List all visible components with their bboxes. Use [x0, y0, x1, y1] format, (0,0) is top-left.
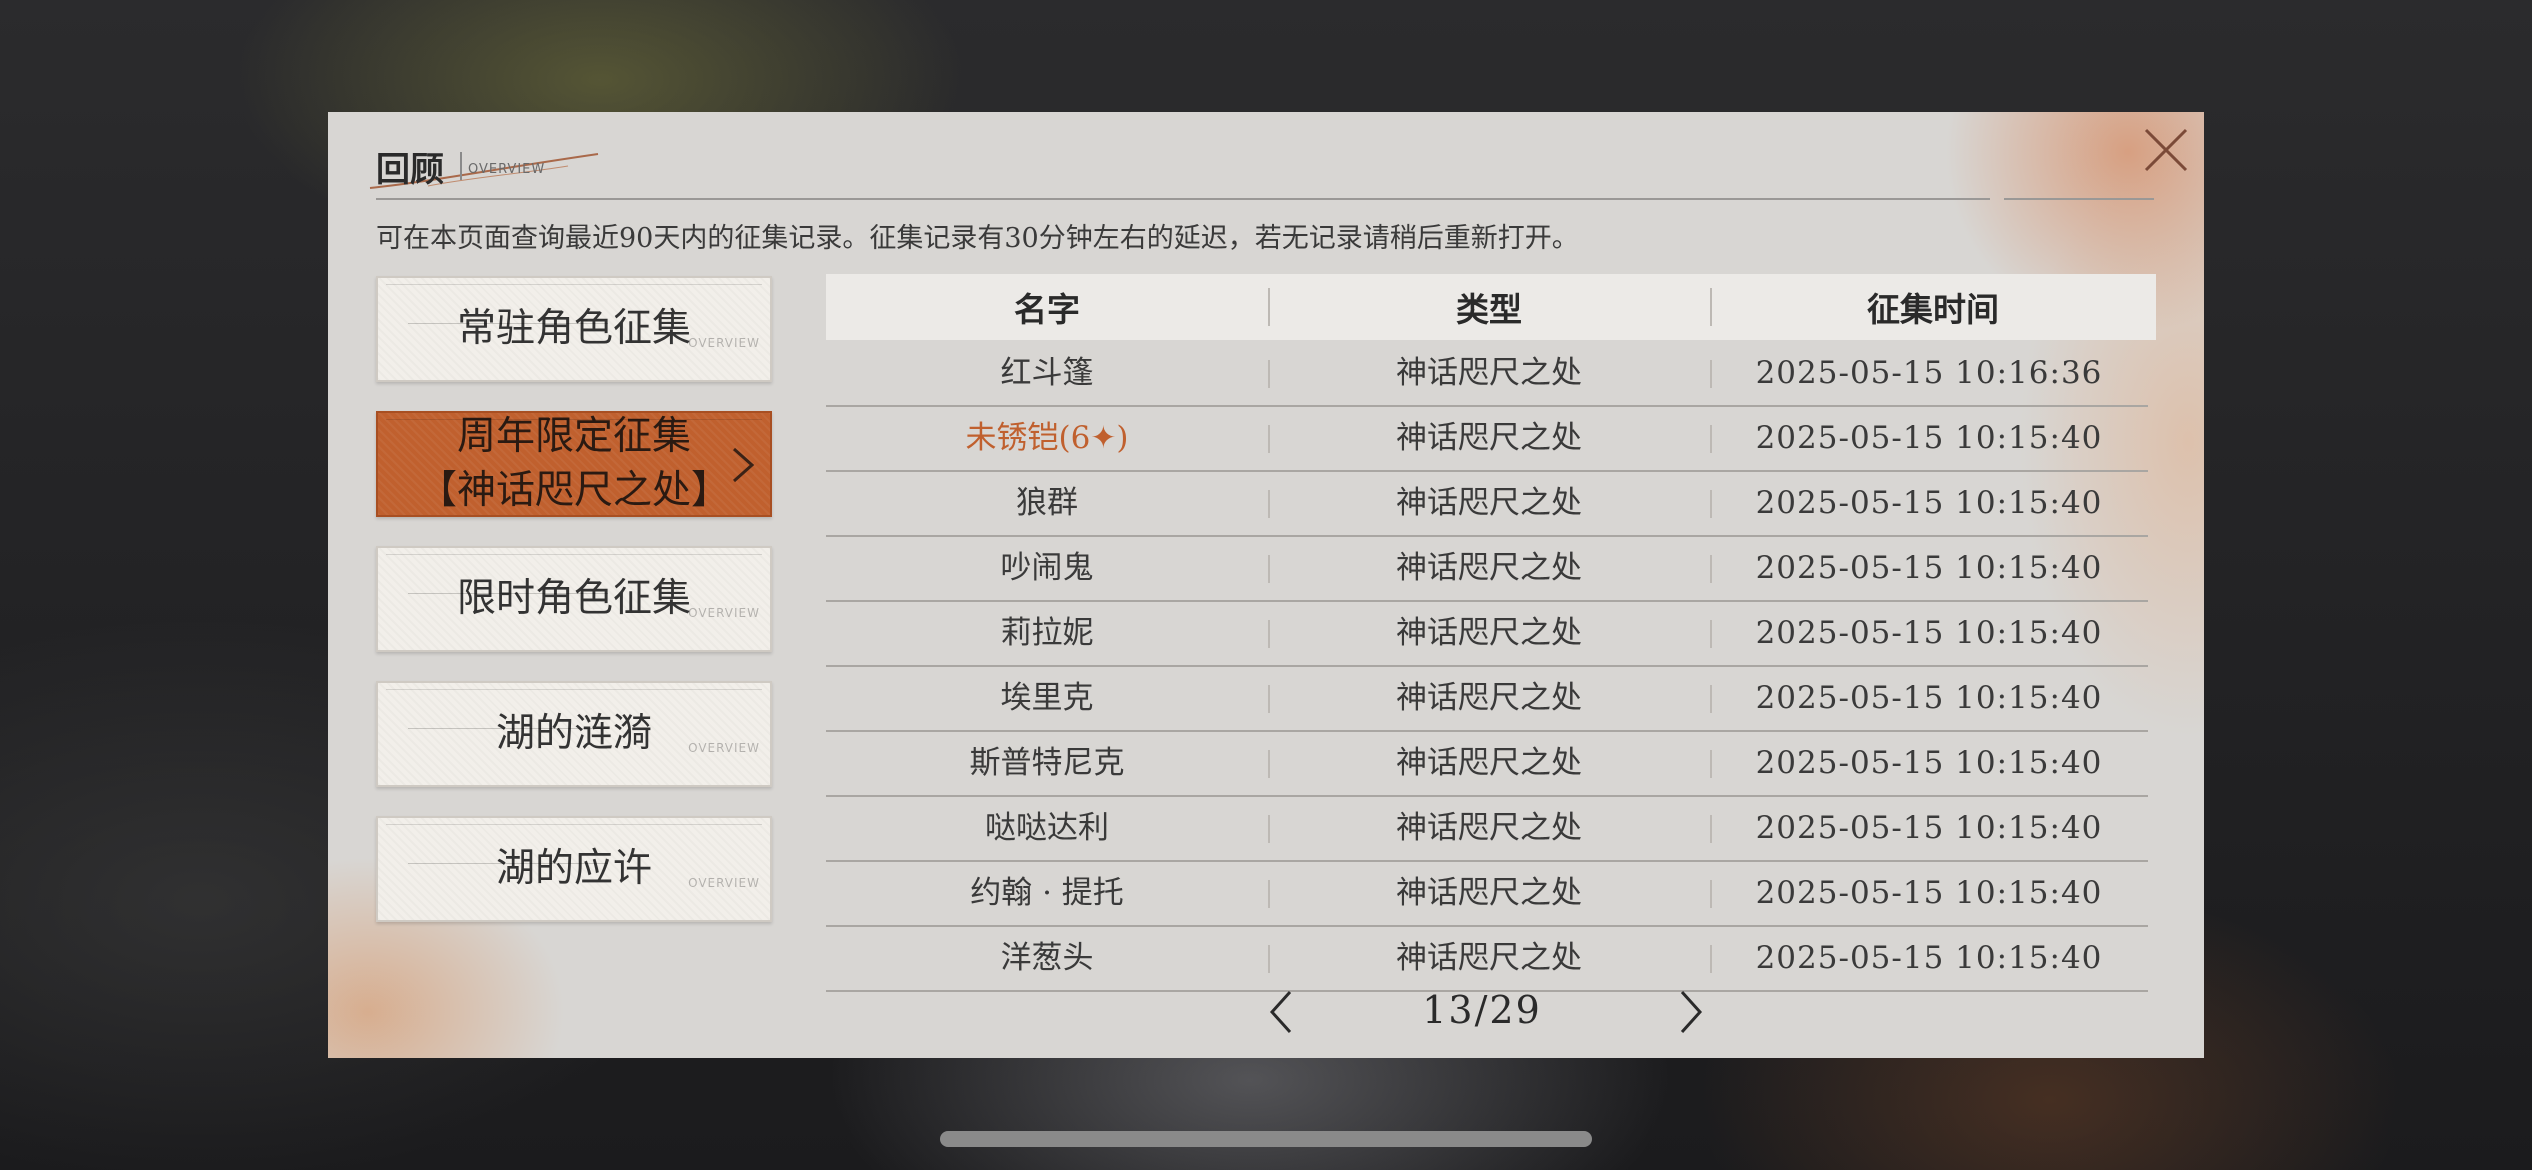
button-deco-text: OVERVIEW: [408, 586, 760, 640]
dialog-subtitle: OVERVIEW: [468, 162, 546, 177]
close-button[interactable]: [2136, 120, 2196, 180]
row-time: 2025-05-15 10:15:40: [1755, 420, 2103, 456]
table-row: 埃里克 神话咫尺之处 2025-05-15 10:15:40: [826, 667, 2148, 732]
row-time: 2025-05-15 10:15:40: [1755, 875, 2103, 911]
button-deco-line: [386, 554, 762, 557]
header-divider-short: [1934, 198, 1990, 200]
category-standard-button[interactable]: 常驻角色征集 OVERVIEW: [376, 276, 772, 382]
row-type: 神话咫尺之处: [1396, 810, 1582, 846]
row-type: 神话咫尺之处: [1396, 745, 1582, 781]
table-header: 名字 类型 征集时间: [826, 274, 2156, 340]
row-type: 神话咫尺之处: [1396, 680, 1582, 716]
record-list: 红斗篷 神话咫尺之处 2025-05-15 10:16:36 未锈铠(6✦) 神…: [826, 342, 2148, 992]
title-separator: [460, 152, 462, 180]
button-deco-text: OVERVIEW: [408, 316, 760, 370]
button-deco-text: OVERVIEW: [408, 856, 760, 910]
column-header-name: 名字: [1014, 290, 1080, 329]
button-deco-line: [386, 284, 762, 287]
close-icon: [2144, 128, 2188, 172]
column-header-time: 征集时间: [1867, 290, 1999, 329]
home-indicator[interactable]: [940, 1131, 1592, 1147]
row-name: 埃里克: [1000, 680, 1094, 716]
row-name: 红斗篷: [1000, 355, 1094, 391]
row-time: 2025-05-15 10:15:40: [1755, 485, 2103, 521]
table-row: 约翰 · 提托 神话咫尺之处 2025-05-15 10:15:40: [826, 862, 2148, 927]
notice-text: 可在本页面查询最近90天内的征集记录。征集记录有30分钟左右的延迟，若无记录请稍…: [376, 223, 1579, 254]
row-time: 2025-05-15 10:15:40: [1755, 810, 2103, 846]
table-row: 吵闹鬼 神话咫尺之处 2025-05-15 10:15:40: [826, 537, 2148, 602]
button-deco-text: OVERVIEW: [408, 721, 760, 775]
overview-dialog: 回顾 OVERVIEW 可在本页面查询最近90天内的征集记录。征集记录有30分钟…: [328, 112, 2204, 1058]
button-deco-line: [386, 689, 762, 692]
table-row: 莉拉妮 神话咫尺之处 2025-05-15 10:15:40: [826, 602, 2148, 667]
button-deco-line: [386, 419, 762, 422]
row-name: 约翰 · 提托: [970, 875, 1124, 911]
row-type: 神话咫尺之处: [1396, 485, 1582, 521]
row-name: 未锈铠(6✦): [965, 420, 1129, 456]
table-row: 哒哒达利 神话咫尺之处 2025-05-15 10:15:40: [826, 797, 2148, 862]
table-row: 未锈铠(6✦) 神话咫尺之处 2025-05-15 10:15:40: [826, 407, 2148, 472]
row-time: 2025-05-15 10:15:40: [1755, 745, 2103, 781]
row-time: 2025-05-15 10:15:40: [1755, 680, 2103, 716]
pagination: 13/29: [1262, 982, 1703, 1042]
row-name: 哒哒达利: [985, 810, 1109, 846]
row-type: 神话咫尺之处: [1396, 420, 1582, 456]
dialog-title: 回顾: [376, 150, 444, 190]
row-type: 神话咫尺之处: [1396, 550, 1582, 586]
row-type: 神话咫尺之处: [1396, 615, 1582, 651]
row-time: 2025-05-15 10:16:36: [1755, 355, 2103, 391]
table-row: 斯普特尼克 神话咫尺之处 2025-05-15 10:15:40: [826, 732, 2148, 797]
column-header-type: 类型: [1456, 290, 1522, 329]
row-name: 斯普特尼克: [969, 745, 1125, 781]
table-row: 狼群 神话咫尺之处 2025-05-15 10:15:40: [826, 472, 2148, 537]
page-indicator: 13/29: [1422, 988, 1542, 1032]
button-deco-line: [386, 824, 762, 827]
row-type: 神话咫尺之处: [1396, 875, 1582, 911]
table-row: 红斗篷 神话咫尺之处 2025-05-15 10:16:36: [826, 342, 2148, 407]
row-name: 洋葱头: [1000, 940, 1094, 976]
category-lake-promise-button[interactable]: 湖的应许 OVERVIEW: [376, 816, 772, 922]
row-time: 2025-05-15 10:15:40: [1755, 550, 2103, 586]
next-page-button[interactable]: [1670, 986, 1710, 1038]
row-name: 吵闹鬼: [1000, 550, 1094, 586]
header-divider: [376, 198, 1974, 200]
category-label: 周年限定征集 【神话咫尺之处】: [417, 414, 730, 513]
chevron-right-icon: [1680, 990, 1703, 1034]
category-lake-ripple-button[interactable]: 湖的涟漪 OVERVIEW: [376, 681, 772, 787]
header-divider-end: [2004, 198, 2154, 200]
category-anniversary-button[interactable]: 周年限定征集 【神话咫尺之处】: [376, 411, 772, 517]
row-time: 2025-05-15 10:15:40: [1755, 615, 2103, 651]
row-type: 神话咫尺之处: [1396, 940, 1582, 976]
row-name: 莉拉妮: [1000, 615, 1094, 651]
chevron-right-icon: [733, 447, 755, 483]
row-type: 神话咫尺之处: [1396, 355, 1582, 391]
row-name: 狼群: [1016, 485, 1078, 521]
row-time: 2025-05-15 10:15:40: [1755, 940, 2103, 976]
category-limited-button[interactable]: 限时角色征集 OVERVIEW: [376, 546, 772, 652]
